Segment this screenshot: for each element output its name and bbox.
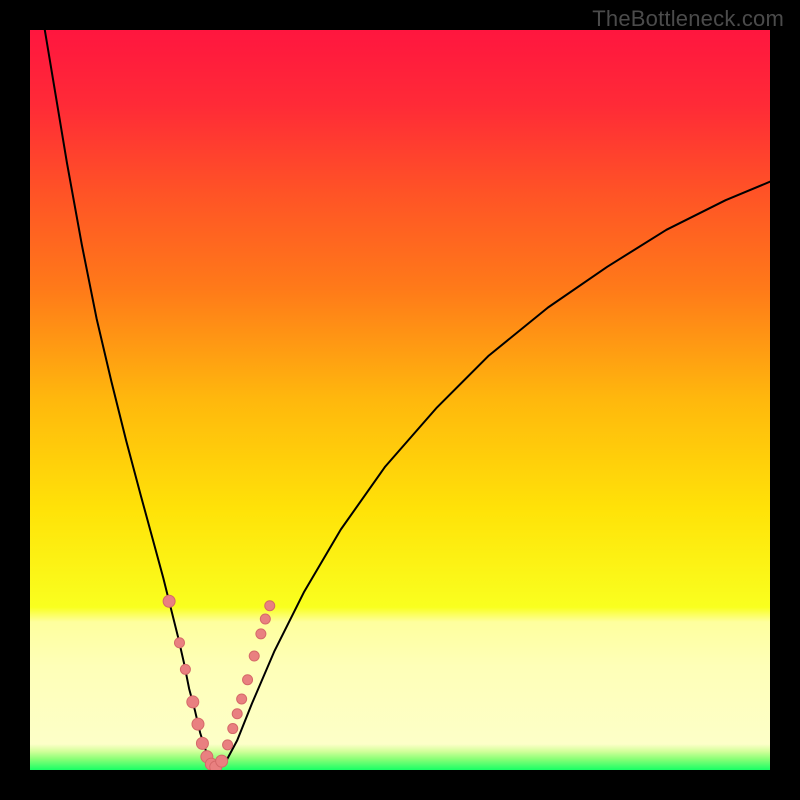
gradient-background — [30, 30, 770, 770]
data-marker — [192, 718, 204, 730]
data-marker — [174, 638, 184, 648]
data-marker — [216, 755, 228, 767]
data-marker — [232, 709, 242, 719]
data-marker — [260, 614, 270, 624]
data-marker — [163, 595, 175, 607]
data-marker — [249, 651, 259, 661]
data-marker — [256, 629, 266, 639]
data-marker — [228, 724, 238, 734]
plot-area — [30, 30, 770, 770]
data-marker — [180, 664, 190, 674]
data-marker — [237, 694, 247, 704]
chart-frame: TheBottleneck.com — [0, 0, 800, 800]
data-marker — [265, 601, 275, 611]
data-marker — [223, 740, 233, 750]
data-marker — [243, 675, 253, 685]
data-marker — [187, 696, 199, 708]
watermark-text: TheBottleneck.com — [592, 6, 784, 32]
data-marker — [196, 737, 208, 749]
chart-svg — [30, 30, 770, 770]
